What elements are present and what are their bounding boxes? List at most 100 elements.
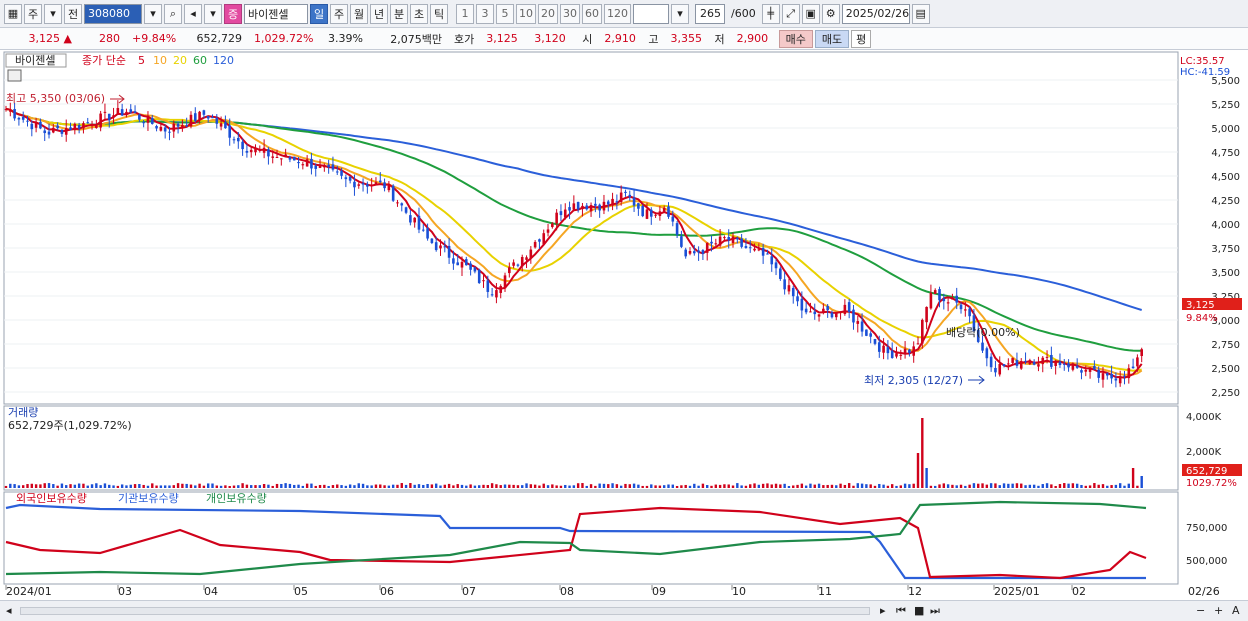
interval-button-5[interactable]: 5 <box>496 3 514 24</box>
candle-body <box>426 228 429 239</box>
interval-button-1[interactable]: 1 <box>456 3 474 24</box>
draw-tool-icon[interactable]: ⤢ <box>781 3 800 24</box>
volume-bar <box>714 484 718 488</box>
interval-dropdown-icon[interactable]: ▾ <box>671 3 689 24</box>
volume-bar <box>69 484 72 488</box>
table-icon[interactable] <box>7 69 22 82</box>
volume-bar <box>237 485 240 488</box>
volume-bar <box>792 485 795 488</box>
tab-period-minute[interactable]: 분 <box>390 3 408 24</box>
volume-bar <box>1084 485 1087 488</box>
candle-body <box>959 304 963 310</box>
date-input[interactable]: 2025/02/26 <box>841 3 910 24</box>
chart-toolbar: ▦ 주 ▾ 전 308080 ▾ ⌕ ◂ ▾ 증 바이젠셀 일 주 월 년 분 … <box>0 0 1248 28</box>
volume-bar <box>1032 484 1036 488</box>
tab-period-day[interactable]: 일 <box>310 3 328 24</box>
scrollbar[interactable] <box>20 607 870 615</box>
calendar-icon[interactable]: ▤ <box>911 3 930 24</box>
speaker-icon[interactable]: ◂ <box>184 3 202 24</box>
chart-window-icon[interactable]: ▦ <box>4 3 22 24</box>
interval-button-120[interactable]: 120 <box>604 3 631 24</box>
candle-body <box>615 201 619 203</box>
candle-body <box>731 236 735 244</box>
candle-body <box>56 125 59 129</box>
candle-body <box>378 180 382 183</box>
zoom-out-icon[interactable]: − <box>1196 604 1205 617</box>
interval-button-10[interactable]: 10 <box>516 3 536 24</box>
volume-bar <box>895 485 898 488</box>
scroll-left-icon[interactable]: ◂ <box>6 604 12 617</box>
volume-bar <box>56 485 59 488</box>
play-back-icon[interactable]: ⏮ <box>896 604 906 618</box>
candle-body <box>641 205 644 217</box>
play-forward-icon[interactable]: ⏭ <box>930 604 940 618</box>
volume-bar <box>796 484 799 488</box>
volume-bar <box>1127 483 1130 488</box>
candle-body <box>589 205 593 212</box>
volume-bar <box>9 483 12 488</box>
search-icon[interactable]: ⌕ <box>164 3 182 24</box>
volume-bar <box>465 485 468 488</box>
zoom-in-icon[interactable]: + <box>1214 604 1223 617</box>
tab-period-year[interactable]: 년 <box>370 3 388 24</box>
volume-bar <box>310 483 313 488</box>
custom-interval-input[interactable] <box>633 3 669 24</box>
volume-bar <box>499 485 502 488</box>
price-tick-label: 4,250 <box>1211 196 1240 207</box>
interval-button-30[interactable]: 30 <box>560 3 580 24</box>
tab-period-week[interactable]: 주 <box>330 3 348 24</box>
ma-legend-120: 120 <box>213 54 234 67</box>
scroll-right-icon[interactable]: ▸ <box>880 604 886 617</box>
chevron-down-icon[interactable]: ▾ <box>44 3 62 24</box>
candle-body <box>189 114 193 127</box>
volume-bar <box>1136 485 1139 488</box>
type-select[interactable]: 주 <box>24 3 42 24</box>
holding-tick-750000: 750,000 <box>1186 523 1227 534</box>
candle-body <box>585 205 589 210</box>
candle-body <box>933 290 937 294</box>
volume-bar <box>1015 483 1019 488</box>
candle-body <box>581 205 584 210</box>
interval-button-3[interactable]: 3 <box>476 3 494 24</box>
volume-bar <box>817 483 821 488</box>
volume-bar <box>641 485 644 488</box>
candle-body <box>215 117 219 124</box>
count-input[interactable]: 265 <box>695 3 725 24</box>
candle-body <box>1007 363 1010 365</box>
candle-body <box>899 354 903 356</box>
candle-body <box>594 203 597 206</box>
sell-button[interactable]: 매도 <box>814 29 850 48</box>
candle-icon[interactable]: ╪ <box>761 3 780 24</box>
gear-icon[interactable]: ⚙ <box>821 3 840 24</box>
tab-period-tick[interactable]: 틱 <box>430 3 448 24</box>
volume-bar <box>1075 483 1079 488</box>
candle-body <box>232 139 236 141</box>
interval-button-20[interactable]: 20 <box>538 3 558 24</box>
stock-name-field[interactable]: 바이젠셀 <box>244 3 308 24</box>
interval-button-60[interactable]: 60 <box>582 3 602 24</box>
stock-code-input[interactable]: 308080 <box>84 3 142 24</box>
candle-body <box>348 176 352 181</box>
candle-body <box>929 292 933 309</box>
tab-period-second[interactable]: 초 <box>410 3 428 24</box>
prev-button[interactable]: 전 <box>64 3 82 24</box>
code-dropdown-icon[interactable]: ▾ <box>144 3 162 24</box>
save-icon[interactable]: ▣ <box>801 3 820 24</box>
buy-button[interactable]: 매수 <box>778 29 813 48</box>
stop-icon[interactable]: ■ <box>914 604 924 617</box>
candle-body <box>473 267 477 272</box>
font-size-icon[interactable]: A <box>1232 604 1240 617</box>
volume-bar <box>447 483 451 488</box>
volume-bar <box>95 483 98 488</box>
x-axis-label: 04 <box>204 585 218 598</box>
tab-period-month[interactable]: 월 <box>350 3 368 24</box>
volume-bar <box>718 484 722 488</box>
candle-body <box>1140 349 1143 357</box>
high-label: 고 <box>648 32 659 46</box>
avg-button[interactable]: 평 <box>851 29 872 48</box>
candle-body <box>99 113 102 128</box>
speaker-dropdown-icon[interactable]: ▾ <box>204 3 222 24</box>
volume-bar <box>753 483 756 488</box>
volume-bar <box>17 485 21 488</box>
volume-bar <box>422 484 425 488</box>
